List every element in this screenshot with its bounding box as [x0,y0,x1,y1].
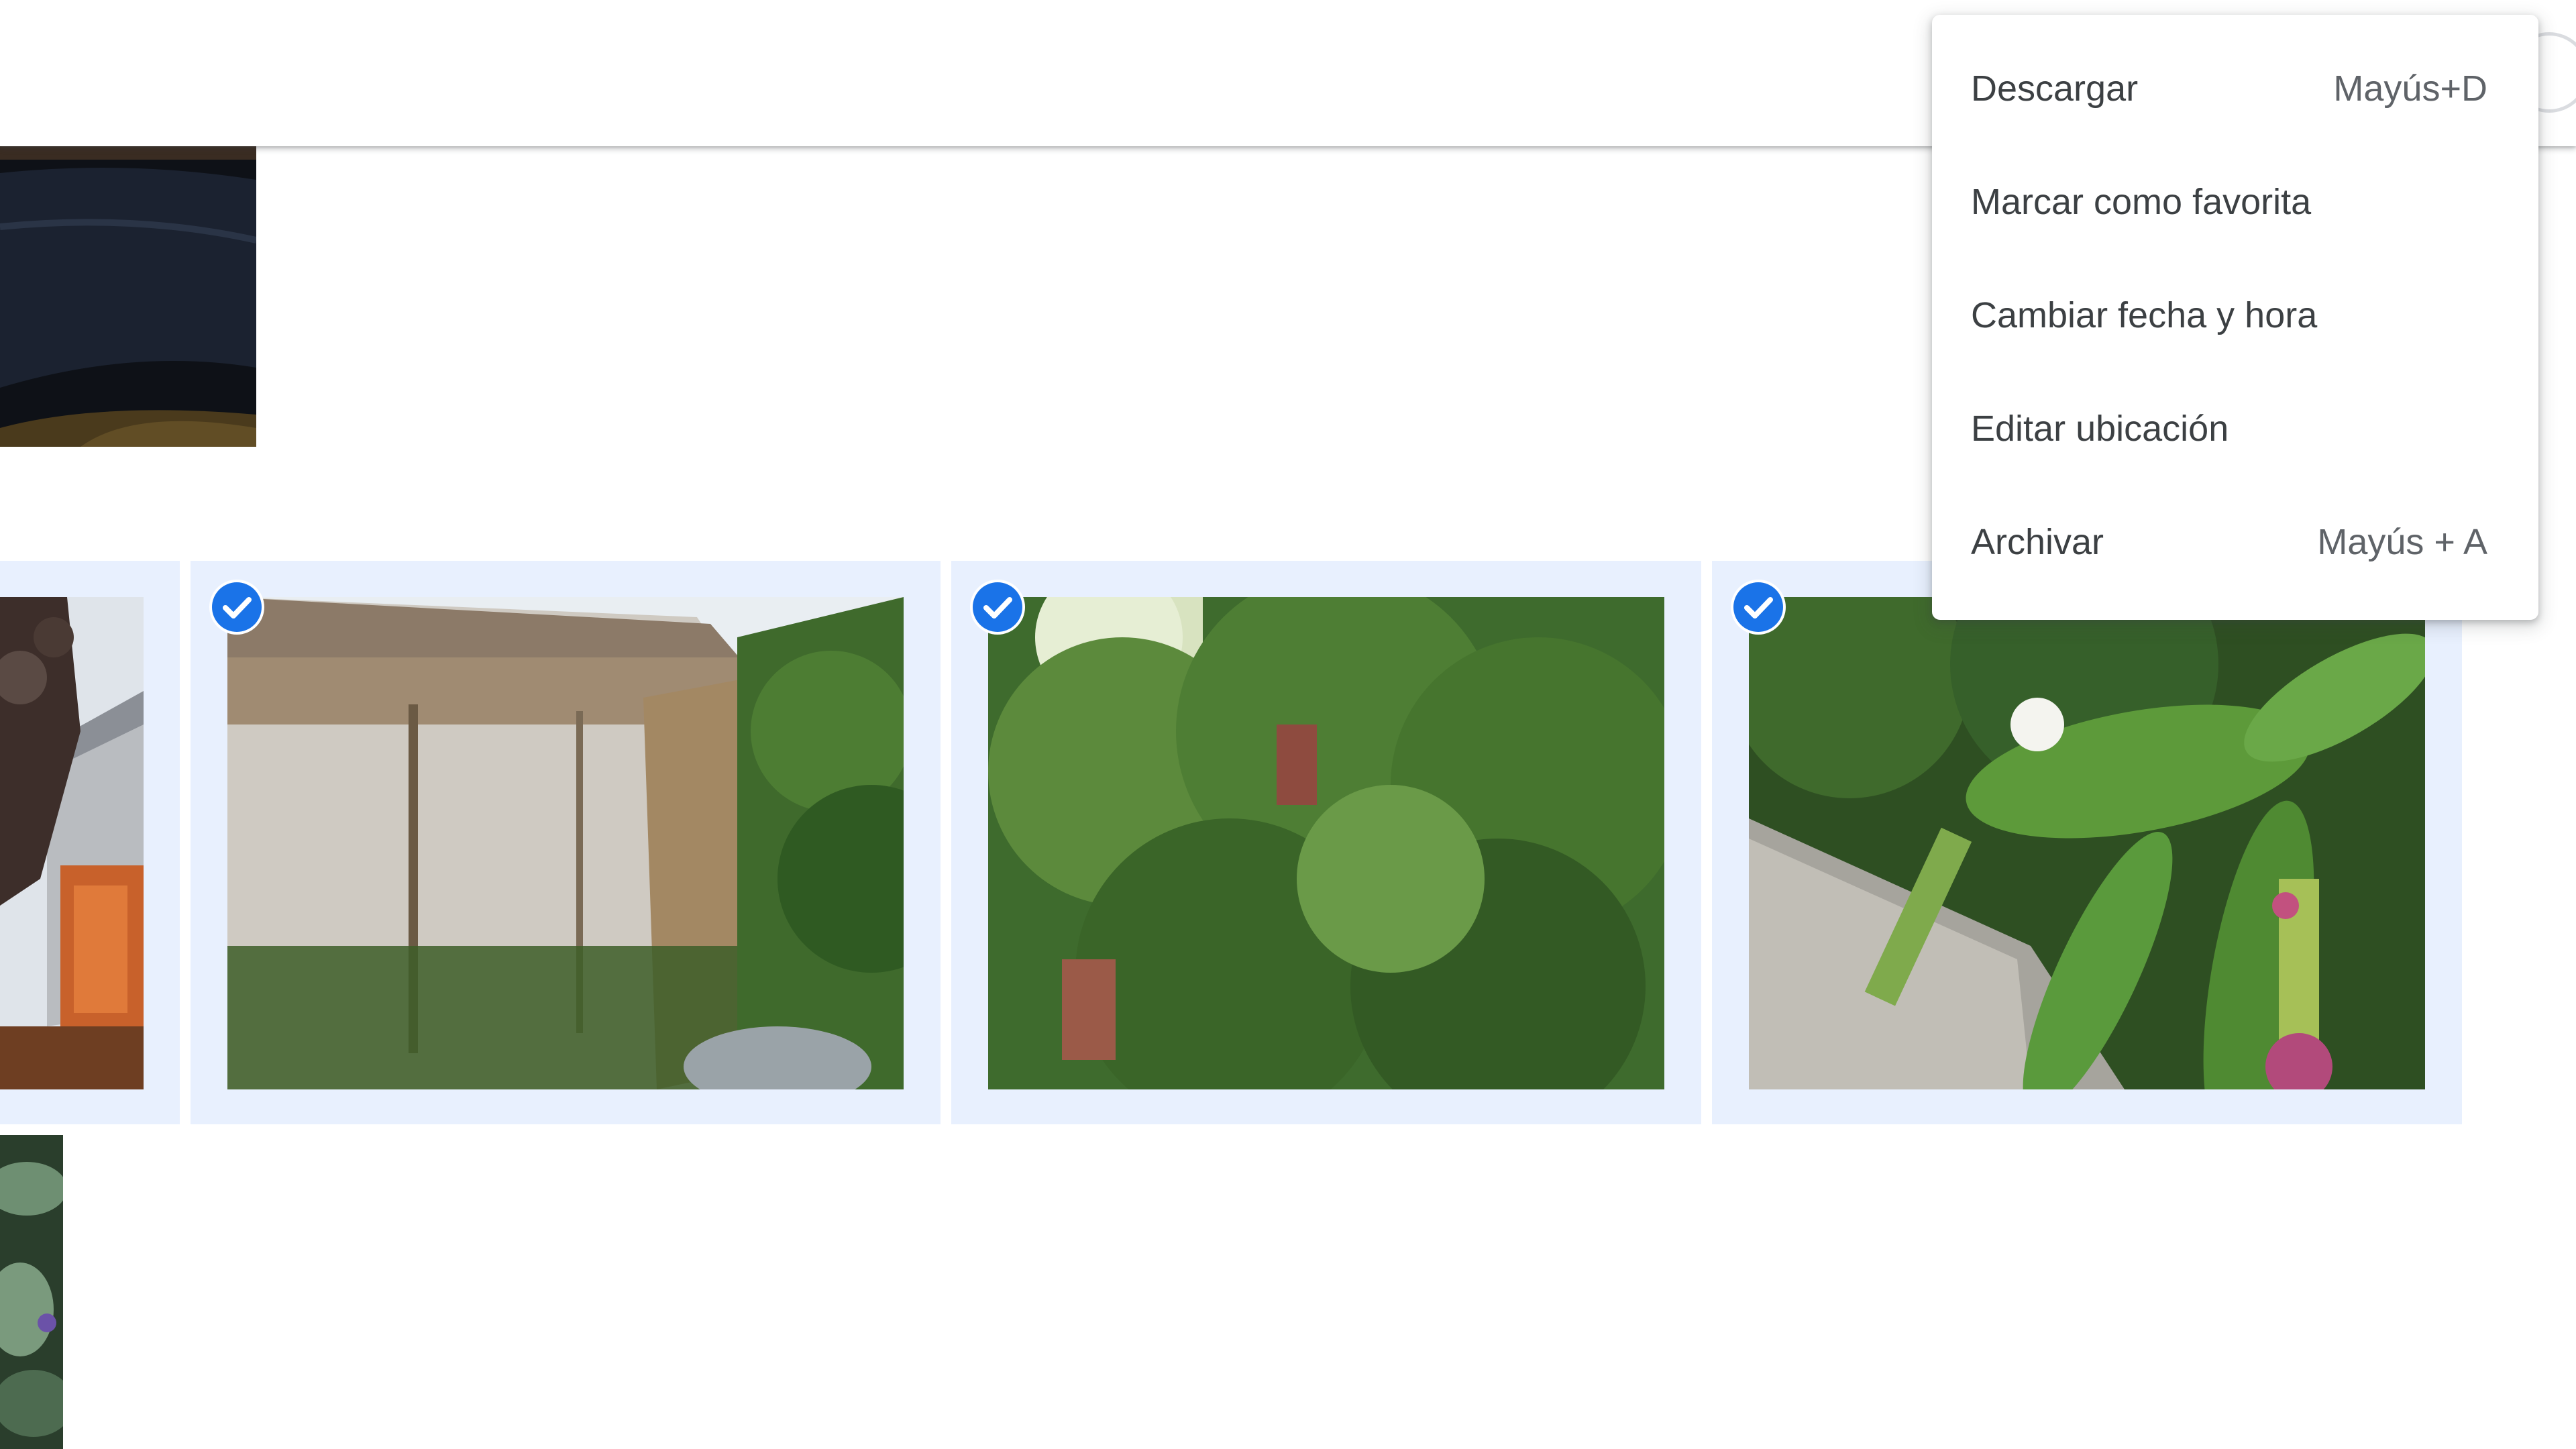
menu-item-label: Marcar como favorita [1971,182,2312,222]
menu-item-shortcut: Mayús+D [2333,68,2487,109]
menu-item-label: Editar ubicación [1971,409,2229,449]
menu-item-shortcut: Mayús + A [2317,522,2487,562]
context-menu: Descargar Mayús+D Marcar como favorita C… [1932,15,2538,620]
photo-thumbnail-sofa[interactable] [0,146,256,447]
menu-item-label: Cambiar fecha y hora [1971,295,2318,335]
selected-check-icon[interactable] [973,582,1022,632]
menu-item-archive[interactable]: Archivar Mayús + A [1932,486,2538,598]
menu-item-label: Archivar [1971,522,2104,562]
menu-item-label: Descargar [1971,68,2139,109]
selected-check-icon[interactable] [1733,582,1783,632]
menu-item-favorite[interactable]: Marcar como favorita [1932,146,2538,258]
photo-thumbnail-cypress-hedge[interactable] [988,597,1664,1089]
photo-thumbnail-house[interactable] [0,597,144,1089]
photo-thumbnail-pokeweed[interactable] [1749,597,2425,1089]
selected-check-icon[interactable] [212,582,262,632]
menu-item-edit-location[interactable]: Editar ubicación [1932,372,2538,485]
menu-item-change-date-time[interactable]: Cambiar fecha y hora [1932,259,2538,372]
photo-thumbnail-stone-wall[interactable] [227,597,904,1089]
photo-thumbnail-leaves[interactable] [0,1135,63,1449]
menu-item-download[interactable]: Descargar Mayús+D [1932,32,2538,145]
